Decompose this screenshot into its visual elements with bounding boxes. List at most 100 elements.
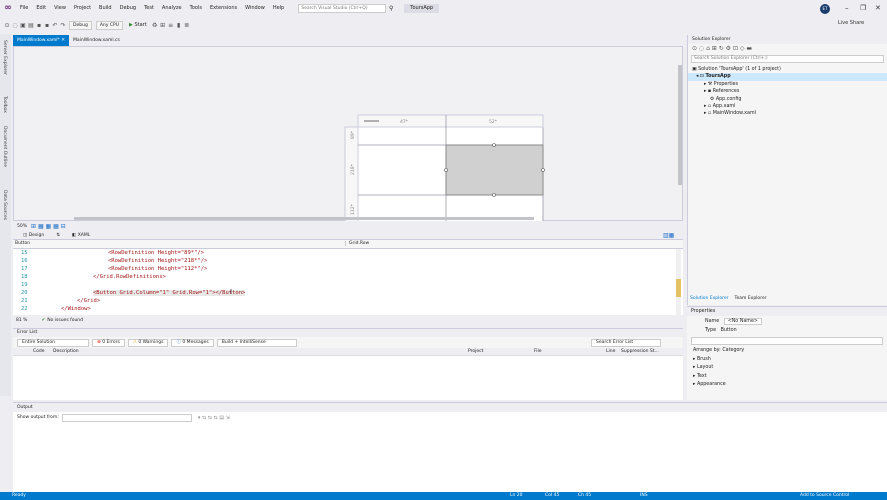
selected-button[interactable] xyxy=(445,144,544,196)
resize-handle-left[interactable] xyxy=(444,168,448,172)
search-icon[interactable]: ⚲ xyxy=(386,5,396,12)
menu-extensions[interactable]: Extensions xyxy=(206,0,241,16)
tree-project[interactable]: ◂ ⊡ ToursApp xyxy=(688,73,887,81)
warnings-filter-button[interactable]: ⚠ 0 Warnings xyxy=(127,338,169,347)
tab-team-explorer[interactable]: Team Explorer xyxy=(732,294,770,303)
menu-build[interactable]: Build xyxy=(95,0,116,16)
tab-solution-explorer[interactable]: Solution Explorer xyxy=(687,294,732,303)
solution-search-input[interactable]: Search Solution Explorer (Ctrl+;) xyxy=(691,55,884,63)
grid-icon[interactable]: ⊞ ▦ ▦ ▦ ⊟ xyxy=(31,223,66,230)
user-avatar[interactable]: ET xyxy=(820,4,830,14)
col-project[interactable]: Project xyxy=(468,348,483,356)
category-brush[interactable]: ▸ Brush xyxy=(687,356,887,365)
output-source-select[interactable] xyxy=(61,413,192,422)
menu-window[interactable]: Window xyxy=(241,0,269,16)
code-line[interactable]: </Grid.RowDefinitions> xyxy=(93,274,166,280)
category-appearance[interactable]: ▸ Appearance xyxy=(687,381,887,390)
arrange-by-select[interactable]: Arrange by: Category xyxy=(687,347,887,356)
col-code[interactable]: Code xyxy=(33,348,45,356)
forward-icon[interactable]: ◌ xyxy=(11,22,19,29)
rail-toolbox[interactable]: Toolbox xyxy=(2,96,7,113)
menu-project[interactable]: Project xyxy=(70,0,95,16)
errors-filter-button[interactable]: ⊗ 0 Errors xyxy=(92,338,125,347)
tree-mainwindow-xaml[interactable]: ▸ ▫ MainWindow.xaml xyxy=(688,110,887,117)
layout-icon[interactable]: ⊞ xyxy=(159,22,167,29)
designer-vscrollbar[interactable] xyxy=(678,65,682,185)
rail-document-outline[interactable]: Document Outline xyxy=(2,126,7,167)
messages-filter-button[interactable]: ⓘ 0 Messages xyxy=(171,338,214,347)
menu-help[interactable]: Help xyxy=(269,0,288,16)
code-line[interactable]: </Grid> xyxy=(77,298,100,304)
code-line-current[interactable]: <Button Grid.Column="1" Grid.Row="1"></B… xyxy=(93,290,246,296)
align-icon[interactable]: ≡ xyxy=(167,22,175,29)
tab-xaml[interactable]: ◧ XAML xyxy=(66,233,96,238)
col-line[interactable]: Line xyxy=(606,348,615,356)
category-text[interactable]: ▸ Text xyxy=(687,373,887,382)
menu-tools[interactable]: Tools xyxy=(186,0,206,16)
designer-hscrollbar[interactable] xyxy=(74,217,534,220)
col-file[interactable]: File xyxy=(534,348,542,356)
back-icon[interactable]: ⊙ xyxy=(3,22,11,29)
save-icon[interactable]: ▪ xyxy=(35,22,43,29)
search-input[interactable]: Search Visual Studio (Ctrl+Q) xyxy=(298,3,387,13)
add-source-control-button[interactable]: Add to Source Control xyxy=(800,492,849,500)
swap-icon[interactable]: ⇅ xyxy=(50,233,66,238)
platform-select[interactable]: Any CPU xyxy=(95,20,123,30)
tree-properties[interactable]: ▸ ⚒ Properties xyxy=(688,81,887,88)
menu-analyze[interactable]: Analyze xyxy=(158,0,186,16)
rail-data-sources[interactable]: Data Sources xyxy=(2,190,7,220)
save-all-icon[interactable]: ▪ xyxy=(43,22,51,29)
tree-references[interactable]: ▸ ▪ References xyxy=(688,88,887,95)
error-search-input[interactable]: Search Error List xyxy=(591,338,661,347)
tab-mainwindow-xaml[interactable]: MainWindow.xaml* ✕ xyxy=(13,35,70,46)
code-line[interactable]: </Window> xyxy=(61,306,91,312)
editor-zoom[interactable]: 81 % xyxy=(16,318,27,323)
resize-handle-right[interactable] xyxy=(541,168,545,172)
close-icon[interactable]: ✕ xyxy=(875,4,881,12)
undo-icon[interactable]: ↶ xyxy=(51,22,59,29)
bookmark-icon[interactable]: ▮ xyxy=(175,22,183,29)
live-share-button[interactable]: Live Share xyxy=(838,20,864,26)
col-suppression[interactable]: Suppression St... xyxy=(621,348,659,356)
code-editor[interactable]: 15 16 17 18 19 20 21 22 <RowDefinition H… xyxy=(13,249,683,315)
tree-solution[interactable]: ▣ Solution 'ToursApp' (1 of 1 project) xyxy=(688,66,887,73)
col-description[interactable]: Description xyxy=(53,348,79,356)
config-select[interactable]: Debug xyxy=(69,20,92,30)
name-value[interactable]: <No Name> xyxy=(723,318,762,325)
tab-mainwindow-xaml-cs[interactable]: MainWindow.xaml.cs xyxy=(69,35,124,46)
scope-select[interactable]: Entire Solution xyxy=(17,338,89,347)
menu-file[interactable]: File xyxy=(16,0,32,16)
menu-edit[interactable]: Edit xyxy=(32,0,50,16)
minimize-icon[interactable]: – xyxy=(845,4,849,12)
code-line[interactable]: <RowDefinition Height="218*"/> xyxy=(108,258,207,264)
rail-server-explorer[interactable]: Server Explorer xyxy=(2,40,7,75)
output-tools-icon[interactable]: ▾ ⇆ ⇆ ⇆ ▤ ⇲ xyxy=(198,415,230,421)
menu-debug[interactable]: Debug xyxy=(116,0,140,16)
property-search-input[interactable] xyxy=(691,337,883,345)
code-line[interactable]: <RowDefinition Height="89*"/> xyxy=(108,250,204,256)
start-button[interactable]: ▶ Start xyxy=(125,22,151,28)
design-surface[interactable]: 47* 52* 89* 218* 112* xyxy=(13,46,683,223)
category-layout[interactable]: ▸ Layout xyxy=(687,364,887,373)
new-project-icon[interactable]: ▣ xyxy=(19,22,27,29)
split-icon[interactable]: ▥▦ xyxy=(663,232,674,239)
tree-app-xaml[interactable]: ▸ ▫ App.xaml xyxy=(688,103,887,110)
build-filter-select[interactable]: Build + IntelliSense xyxy=(216,338,297,347)
redo-icon[interactable]: ↷ xyxy=(59,22,67,29)
browser-link-icon[interactable]: ♻ xyxy=(151,22,159,29)
restore-icon[interactable]: ❐ xyxy=(860,4,866,12)
open-icon[interactable]: ▤ xyxy=(27,22,35,29)
menu-view[interactable]: View xyxy=(50,0,70,16)
solution-explorer-toolbar[interactable]: ⊙ ◌ ⌂ ⊞ ↻ ⚙ ⊡ ◇ ▬ xyxy=(688,44,887,54)
issues-status[interactable]: No issues found xyxy=(47,318,83,323)
comment-icon[interactable]: ≣ xyxy=(183,22,191,29)
tab-design[interactable]: ◫ Design xyxy=(17,233,50,238)
menu-test[interactable]: Test xyxy=(140,0,158,16)
nav-element-select[interactable]: Button xyxy=(15,241,30,246)
resize-handle-top[interactable] xyxy=(492,143,496,147)
resize-handle-bottom[interactable] xyxy=(492,193,496,197)
editor-scroll-thumb[interactable] xyxy=(676,279,681,297)
tree-app-config[interactable]: ⚙ App.config xyxy=(688,96,887,103)
code-line[interactable]: <RowDefinition Height="112*"/> xyxy=(108,266,207,272)
zoom-select[interactable]: 50% xyxy=(13,224,31,229)
